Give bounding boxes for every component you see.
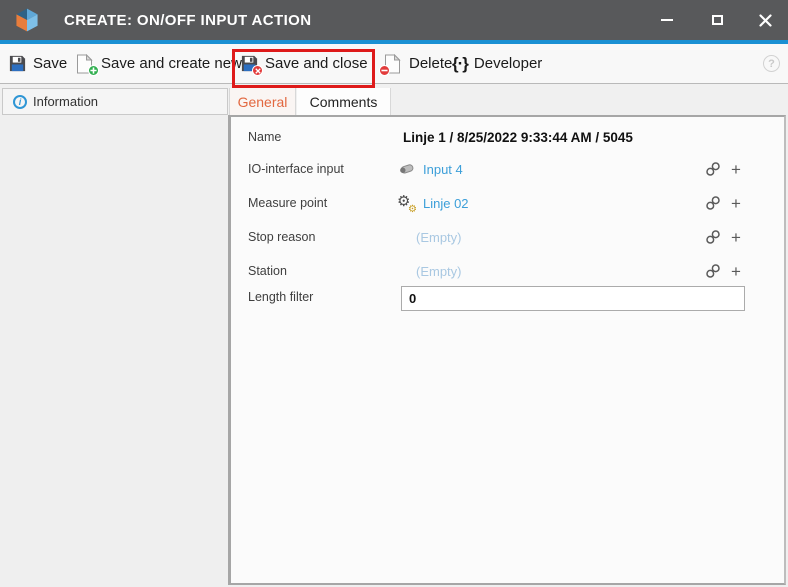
tab-general[interactable]: General	[229, 88, 296, 116]
tab-comments-label: Comments	[310, 94, 378, 110]
form-row-stop-reason: Stop reason (Empty) +	[231, 226, 784, 248]
add-icon[interactable]: +	[731, 195, 741, 212]
maximize-icon	[712, 15, 723, 25]
form-row-station: Station (Empty) +	[231, 260, 784, 282]
info-icon: i	[13, 95, 27, 109]
close-icon	[759, 14, 772, 27]
green-plus-badge-icon	[88, 65, 99, 76]
save-and-close-label: Save and close	[265, 55, 368, 72]
stop-reason-value[interactable]: (Empty)	[416, 226, 462, 248]
save-and-close-icon	[240, 54, 259, 73]
form-row-io-interface-input: IO-interface input Input 4	[231, 158, 784, 180]
link-icon[interactable]	[705, 263, 721, 279]
developer-label: Developer	[474, 55, 542, 72]
sidebar-header-information[interactable]: i Information	[2, 88, 228, 115]
link-icon[interactable]	[705, 229, 721, 245]
stop-reason-label: Stop reason	[248, 226, 315, 248]
form-row-measure-point: Measure point ⚙ ⚙ Linje 02 +	[231, 192, 784, 214]
add-icon[interactable]: +	[731, 161, 741, 178]
length-filter-input[interactable]	[401, 286, 745, 311]
length-filter-label: Length filter	[248, 286, 313, 308]
link-icon[interactable]	[705, 161, 721, 177]
help-icon[interactable]: ?	[763, 55, 780, 72]
toolbar: Save Save and create new Save	[0, 44, 788, 84]
io-interface-input-label: IO-interface input	[248, 158, 344, 180]
link-icon[interactable]	[705, 195, 721, 211]
code-braces-icon: {·}	[452, 54, 468, 74]
measure-point-label: Measure point	[248, 192, 327, 214]
delete-label: Delete	[409, 55, 452, 72]
information-label: Information	[33, 94, 98, 109]
name-value: Linje 1 / 8/25/2022 9:33:44 AM / 5045	[403, 126, 633, 148]
station-label: Station	[248, 260, 287, 282]
maximize-button[interactable]	[700, 0, 734, 40]
title-bar: CREATE: ON/OFF INPUT ACTION	[0, 0, 788, 40]
sidebar-panel	[0, 115, 228, 587]
red-minus-badge-icon	[379, 65, 390, 76]
add-icon[interactable]: +	[731, 263, 741, 280]
gears-icon: ⚙ ⚙	[397, 194, 416, 212]
save-and-create-new-button[interactable]: Save and create new	[76, 44, 242, 83]
developer-button[interactable]: {·} Developer	[452, 44, 542, 83]
tab-strip: i Information General Comments	[0, 84, 788, 115]
red-x-badge-icon	[252, 65, 263, 76]
close-button[interactable]	[748, 0, 782, 40]
plug-icon	[397, 162, 416, 176]
add-icon[interactable]: +	[731, 229, 741, 246]
tab-general-label: General	[238, 94, 288, 110]
station-value[interactable]: (Empty)	[416, 260, 462, 282]
save-label: Save	[33, 55, 67, 72]
save-and-close-button[interactable]: Save and close	[240, 44, 368, 83]
minimize-button[interactable]	[650, 0, 684, 40]
save-floppy-icon	[8, 54, 27, 73]
form-row-name: Name Linje 1 / 8/25/2022 9:33:44 AM / 50…	[231, 126, 784, 148]
window-title: CREATE: ON/OFF INPUT ACTION	[64, 0, 311, 40]
delete-icon	[384, 54, 403, 73]
name-label: Name	[248, 126, 281, 148]
io-interface-input-link[interactable]: Input 4	[423, 162, 463, 177]
measure-point-link[interactable]: Linje 02	[423, 196, 469, 211]
save-button[interactable]: Save	[8, 44, 67, 83]
app-logo-icon	[14, 7, 40, 33]
delete-button[interactable]: Delete	[384, 44, 452, 83]
form-row-length-filter: Length filter	[231, 286, 784, 312]
tab-comments[interactable]: Comments	[297, 88, 391, 116]
minimize-icon	[661, 19, 673, 21]
general-form-panel: Name Linje 1 / 8/25/2022 9:33:44 AM / 50…	[228, 115, 786, 585]
save-create-new-icon	[76, 54, 95, 73]
save-and-create-new-label: Save and create new	[101, 55, 242, 72]
